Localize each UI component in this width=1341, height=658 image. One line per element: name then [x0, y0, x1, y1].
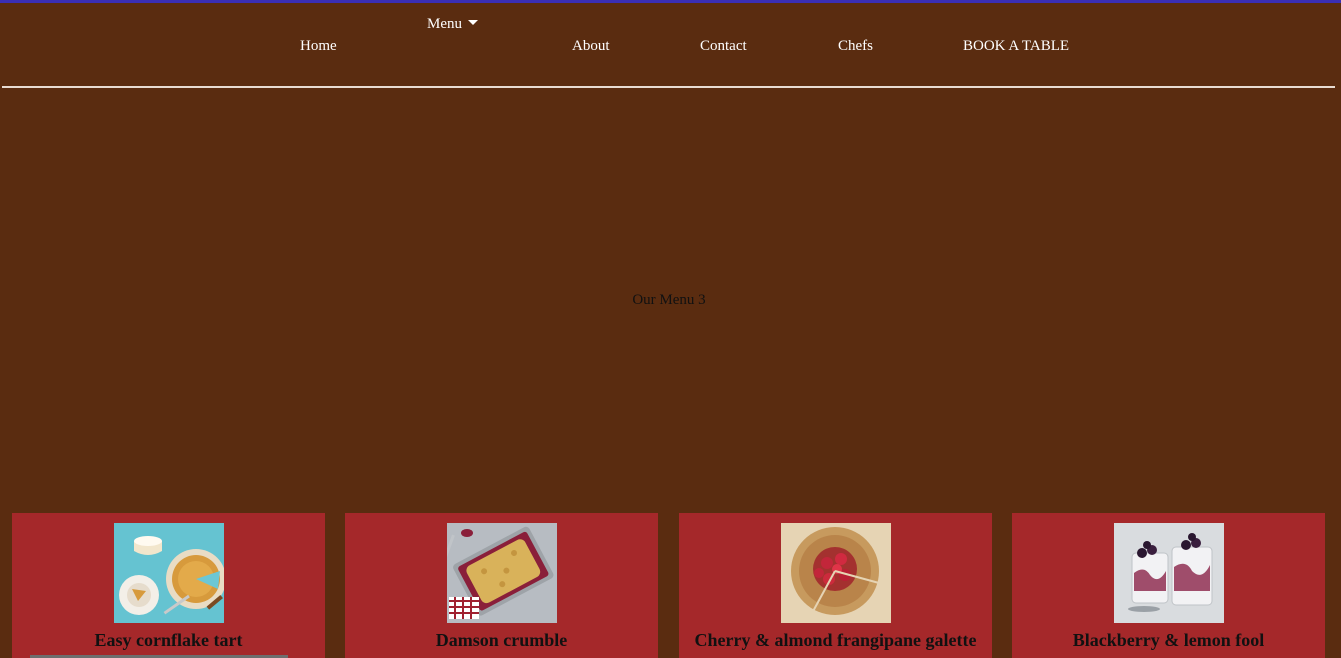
nav-link-home[interactable]: Home — [300, 37, 337, 55]
menu-card-title: Easy cornflake tart — [94, 630, 243, 650]
galette-photo[interactable] — [780, 523, 891, 623]
nav-dropdown-menu[interactable]: Menu — [427, 15, 478, 33]
fool-photo[interactable] — [1113, 523, 1224, 623]
menu-cards: Easy cornflake tart Damson crumble Cherr… — [12, 513, 1325, 658]
menu-card[interactable]: Easy cornflake tart — [12, 513, 325, 658]
nav-link-book-table[interactable]: BOOK A TABLE — [963, 37, 1069, 55]
menu-card[interactable]: Blackberry & lemon fool — [1012, 513, 1325, 658]
main-navbar: Home Menu About Contact Chefs BOOK A TAB… — [0, 3, 1341, 87]
menu-card[interactable]: Damson crumble — [345, 513, 658, 658]
nav-link-contact[interactable]: Contact — [700, 37, 747, 55]
hero-heading: Our Menu 3 — [632, 292, 706, 308]
caret-down-icon — [468, 20, 478, 25]
nav-menu-label: Menu — [427, 16, 462, 32]
nav-divider — [2, 86, 1335, 88]
menu-card-title: Cherry & almond frangipane galette — [694, 630, 977, 650]
tart-photo[interactable] — [113, 523, 224, 623]
menu-card-title: Damson crumble — [435, 630, 568, 650]
nav-link-about[interactable]: About — [572, 37, 610, 55]
nav-link-chefs[interactable]: Chefs — [838, 37, 873, 55]
crumble-photo[interactable] — [446, 523, 557, 623]
menu-card[interactable]: Cherry & almond frangipane galette — [679, 513, 992, 658]
menu-card-title: Blackberry & lemon fool — [1072, 630, 1265, 650]
